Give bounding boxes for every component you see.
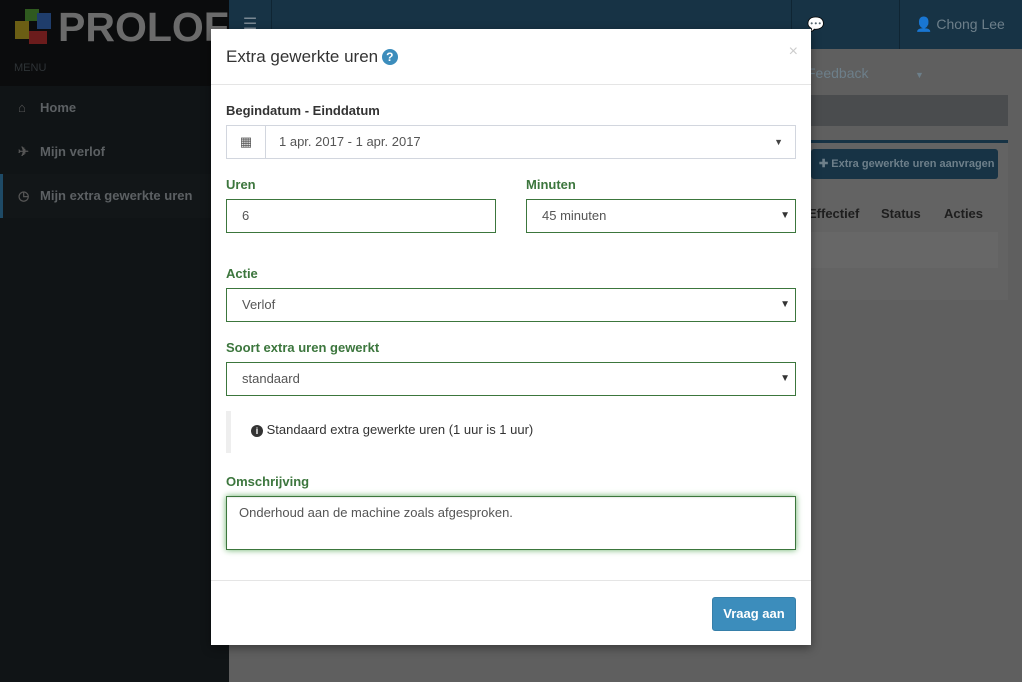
modal-header: Extra gewerkte uren ? × <box>211 29 811 85</box>
user-icon: 👤 <box>915 16 933 32</box>
column-header-effectief: Effectief <box>808 206 860 221</box>
content-header-box <box>811 95 1008 126</box>
select-arrow-icon: ▼ <box>780 299 790 310</box>
description-textarea[interactable]: Onderhoud aan de machine zoals afgesprok… <box>226 496 796 550</box>
user-menu[interactable]: 👤 Chong Lee ▼ <box>899 0 1022 80</box>
sidebar-item-label: Mijn extra gewerkte uren <box>40 188 193 203</box>
description-label: Omschrijving <box>226 474 310 489</box>
hours-label: Uren <box>226 177 256 192</box>
minutes-select[interactable]: 45 minuten ▼ <box>526 199 796 233</box>
info-callout: i Standaard extra gewerkte uren (1 uur i… <box>226 411 796 453</box>
sidebar-item-mijn-verlof[interactable]: ✈ Mijn verlof <box>0 130 229 174</box>
sidebar-item-label: Mijn verlof <box>40 144 106 159</box>
sidebar-item-extra-uren[interactable]: ◷ Mijn extra gewerkte uren <box>0 174 229 218</box>
sidebar-item-label: Home <box>40 100 77 115</box>
select-arrow-icon: ▼ <box>780 210 790 221</box>
close-button[interactable]: × <box>789 43 798 61</box>
caret-down-icon: ▼ <box>774 137 783 147</box>
type-select[interactable]: standaard ▼ <box>226 362 796 396</box>
add-extra-hours-button[interactable]: ✚ Extra gewerkte uren aanvragen <box>811 149 998 179</box>
home-icon: ⌂ <box>18 100 26 115</box>
action-label: Actie <box>226 266 258 281</box>
minutes-label: Minuten <box>526 177 576 192</box>
clock-icon: ◷ <box>18 188 30 203</box>
date-range-picker[interactable]: ▦ 1 apr. 2017 - 1 apr. 2017 ▼ <box>226 125 796 159</box>
column-header-acties: Acties <box>944 206 984 221</box>
table-row <box>811 232 998 268</box>
sidebar: MENU ⌂ Home ✈ Mijn verlof ◷ Mijn extra gewe… <box>0 49 229 682</box>
date-range-label: Begindatum - Einddatum <box>226 103 380 118</box>
hours-input[interactable]: 6 <box>226 199 496 233</box>
caret-down-icon: ▼ <box>915 70 924 80</box>
action-select[interactable]: Verlof ▼ <box>226 288 796 322</box>
help-icon[interactable]: ? <box>381 49 398 65</box>
sidebar-item-home[interactable]: ⌂ Home <box>0 86 229 130</box>
date-range-value: 1 apr. 2017 - 1 apr. 2017 <box>279 134 421 149</box>
logo-mark-icon <box>15 9 51 44</box>
submit-button[interactable]: Vraag aan <box>712 597 796 631</box>
type-value: standaard <box>242 371 300 386</box>
add-button-label: Extra gewerkte uren aanvragen <box>831 158 995 170</box>
calendar-icon: ▦ <box>227 126 266 158</box>
menu-header: MENU <box>0 49 229 86</box>
info-circle-icon: i <box>251 425 263 437</box>
modal-title: Extra gewerkte uren <box>226 47 379 66</box>
plane-icon: ✈ <box>18 144 29 159</box>
info-text: Standaard extra gewerkte uren (1 uur is … <box>266 422 534 437</box>
feedback-label: Feedback <box>807 65 869 81</box>
column-header-status: Status <box>881 206 921 221</box>
select-arrow-icon: ▼ <box>780 373 790 384</box>
modal-footer: Vraag aan <box>211 580 811 645</box>
minutes-value: 45 minuten <box>542 208 607 223</box>
logo[interactable]: PROLOF <box>0 0 229 50</box>
extra-hours-modal: Extra gewerkte uren ? × Begindatum - Ein… <box>211 29 811 645</box>
action-value: Verlof <box>242 297 276 312</box>
logo-text: PROLOF <box>58 4 229 50</box>
user-name: Chong Lee <box>936 16 1005 32</box>
type-label: Soort extra uren gewerkt <box>226 340 380 355</box>
